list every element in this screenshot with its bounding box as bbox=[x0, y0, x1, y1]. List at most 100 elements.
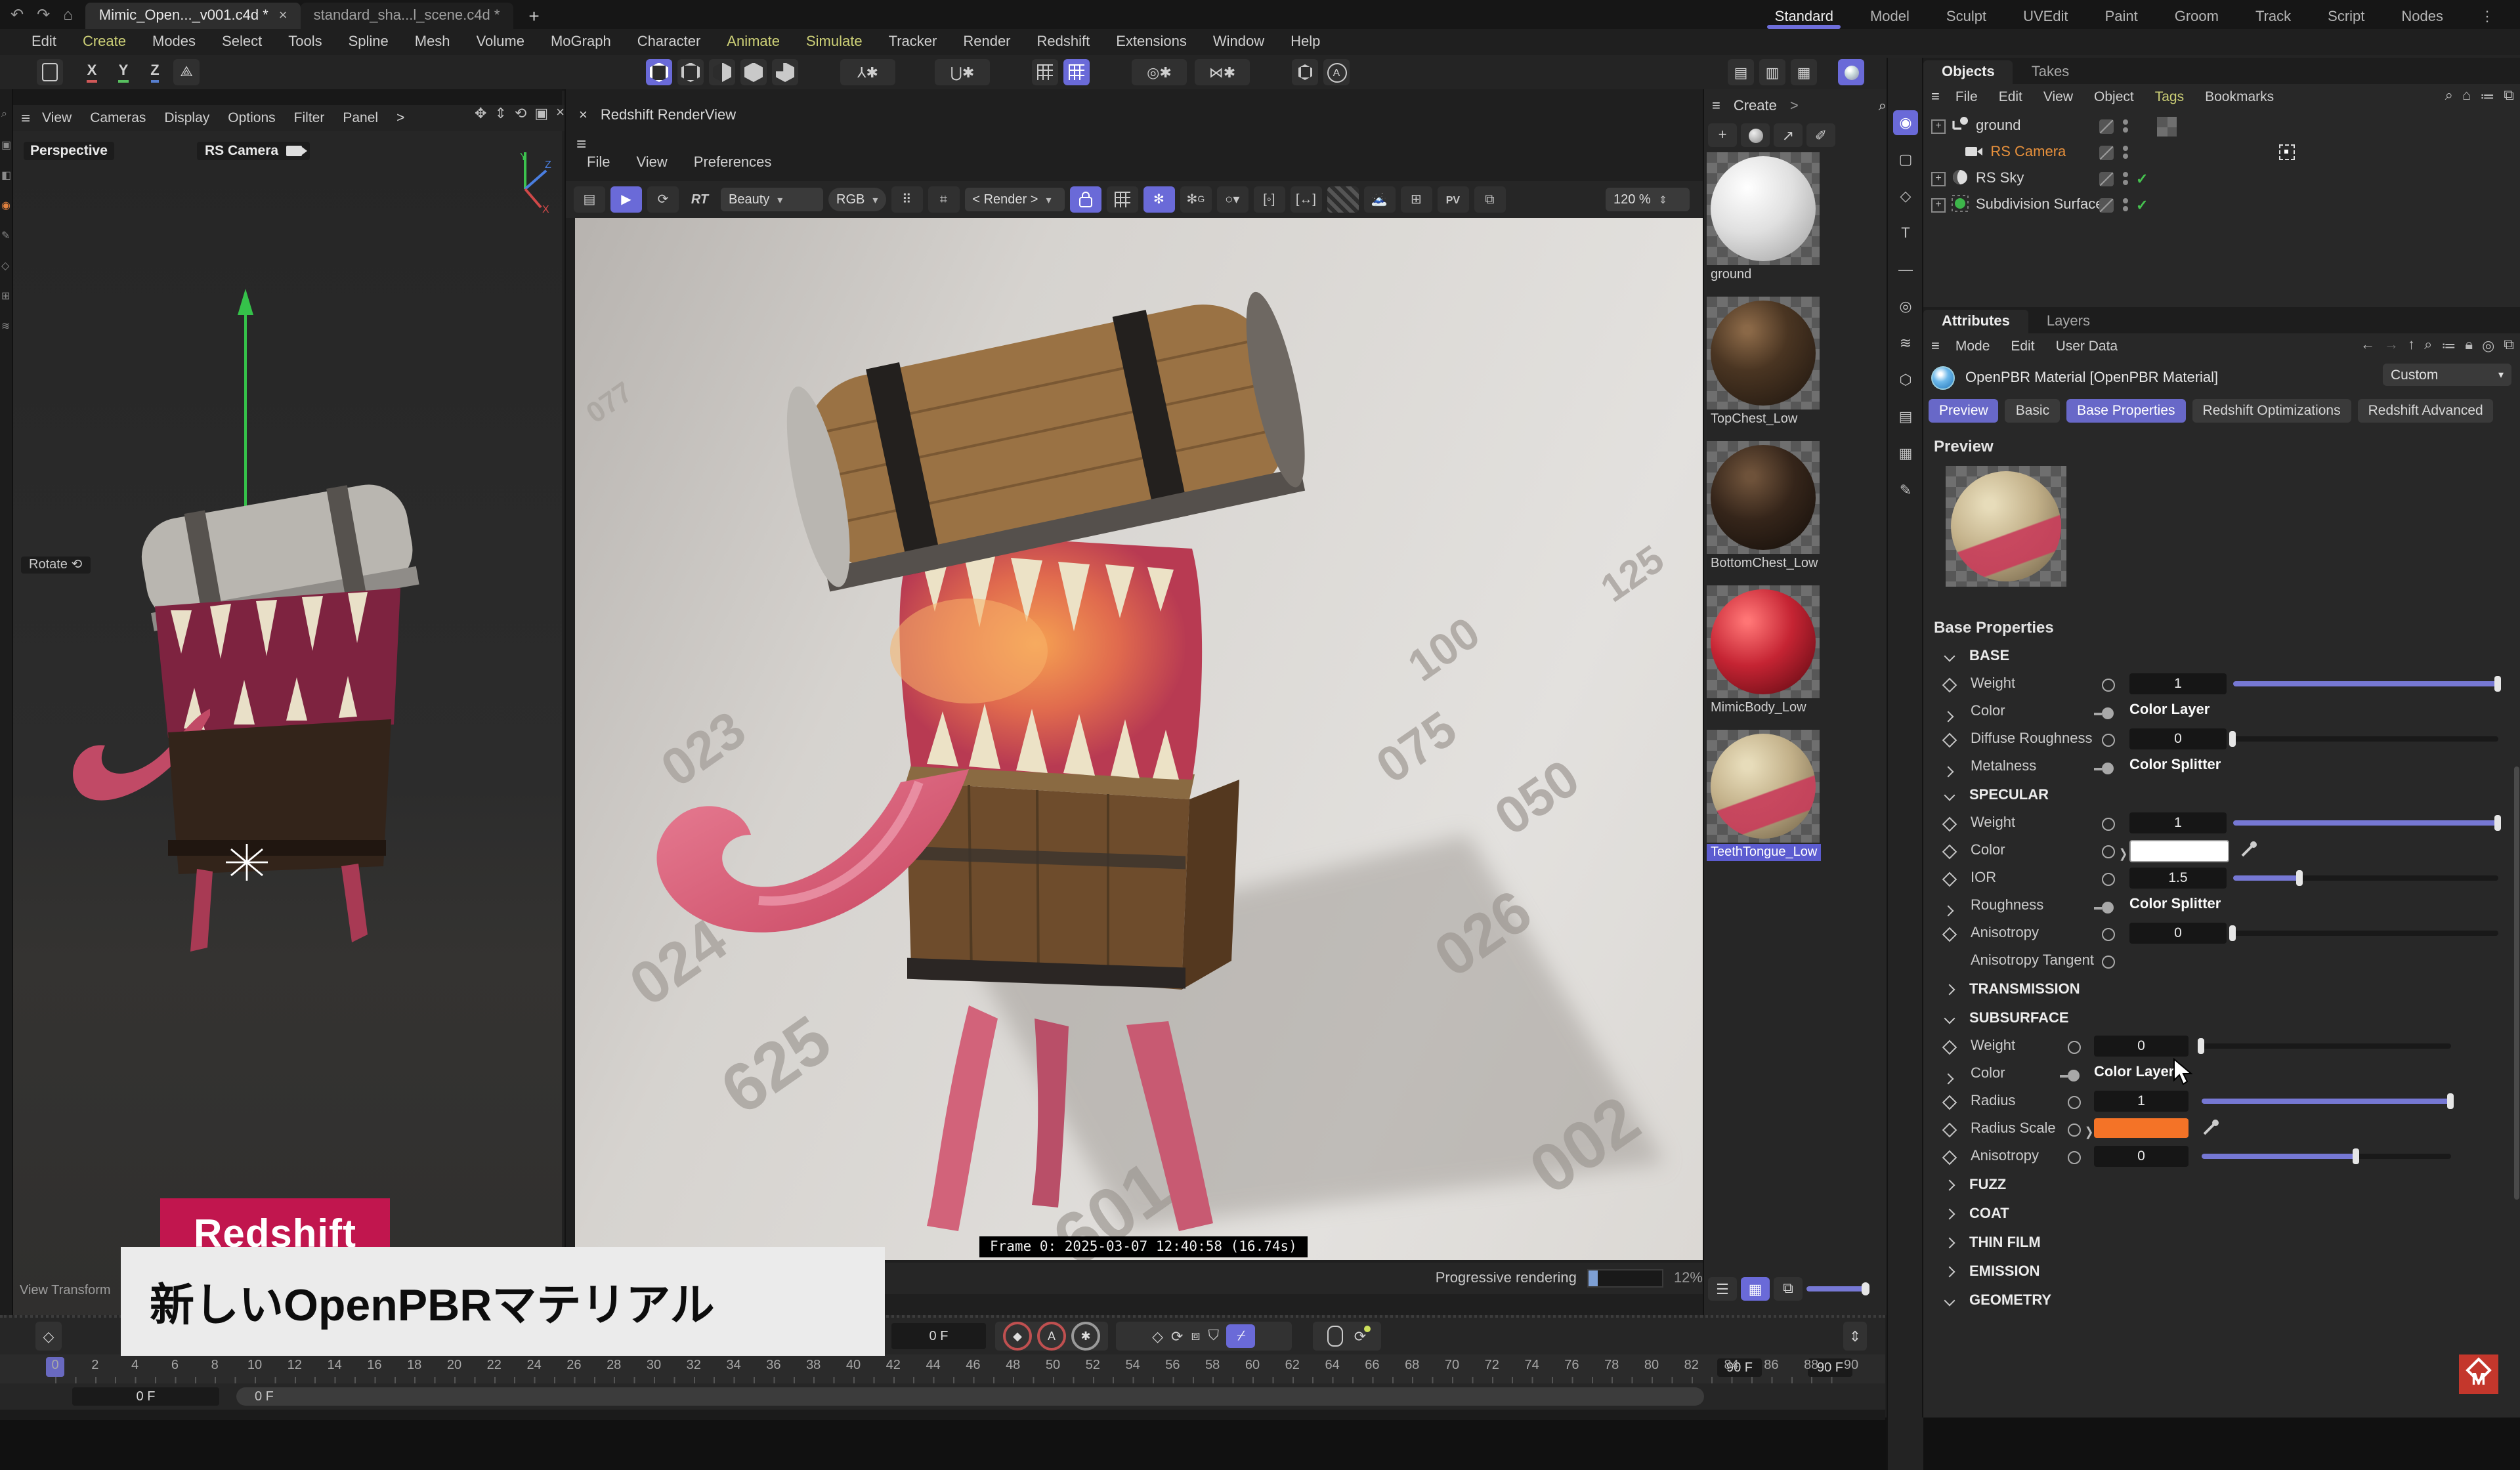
home-icon[interactable]: ⌂ bbox=[2462, 88, 2471, 105]
shader-link[interactable]: Color Layer bbox=[2094, 1064, 2174, 1080]
attr-tab-preview[interactable]: Preview bbox=[1929, 399, 1999, 423]
property-row-radius[interactable]: Radius1 bbox=[1923, 1088, 2520, 1116]
render-active-view-button[interactable] bbox=[677, 59, 704, 85]
keyframe-diamond-button[interactable]: ◇ bbox=[35, 1322, 62, 1351]
frame-number[interactable]: 2 bbox=[91, 1358, 98, 1373]
frame-number[interactable]: 36 bbox=[766, 1358, 780, 1373]
pixel-grid-icon[interactable]: ⠿ bbox=[891, 186, 922, 213]
frame-number[interactable]: 48 bbox=[1006, 1358, 1020, 1373]
objects-menu-view[interactable]: View bbox=[2033, 89, 2083, 104]
property-row-color[interactable]: Color❯ bbox=[1923, 837, 2520, 865]
node-port[interactable] bbox=[2068, 1151, 2081, 1164]
range-start-field[interactable]: 0 F bbox=[72, 1387, 219, 1406]
menu-create[interactable]: Create bbox=[70, 34, 139, 50]
attr-menu-user-data[interactable]: User Data bbox=[2045, 338, 2129, 354]
lock-icon[interactable]: 🔒︎ bbox=[2465, 337, 2473, 354]
workspace-tab-paint[interactable]: Paint bbox=[2087, 5, 2156, 29]
menu-simulate[interactable]: Simulate bbox=[793, 34, 876, 50]
frame-number[interactable]: 52 bbox=[1086, 1358, 1100, 1373]
frame-number[interactable]: 78 bbox=[1604, 1358, 1619, 1373]
workspace-tab-model[interactable]: Model bbox=[1852, 5, 1928, 29]
viewport-menu-options[interactable]: Options bbox=[219, 110, 284, 126]
frame-number[interactable]: 18 bbox=[407, 1358, 421, 1373]
range-scrollbar[interactable]: 0 F bbox=[236, 1387, 1704, 1406]
material-sphere-icon[interactable] bbox=[1741, 123, 1770, 147]
property-row-weight[interactable]: Weight1 bbox=[1923, 671, 2520, 698]
objects-menu-tags[interactable]: Tags bbox=[2145, 89, 2194, 104]
value-field[interactable]: 0 bbox=[2094, 1146, 2189, 1167]
visibility-dots[interactable] bbox=[2123, 172, 2128, 185]
object-row[interactable]: +RS Sky✓ bbox=[1923, 165, 2520, 192]
scale-key-icon[interactable]: ⧈ bbox=[1191, 1328, 1200, 1345]
frame-number[interactable]: 4 bbox=[131, 1358, 139, 1373]
frame-number[interactable]: 80 bbox=[1644, 1358, 1659, 1373]
material-create-menu[interactable]: Create bbox=[1734, 98, 1777, 114]
viewport-menu-filter[interactable]: Filter bbox=[285, 110, 334, 126]
connected-port[interactable] bbox=[2102, 707, 2114, 719]
auto-mode-button[interactable]: A bbox=[1323, 59, 1350, 85]
add-material-button[interactable]: + bbox=[1708, 123, 1737, 147]
frame-number[interactable]: 86 bbox=[1764, 1358, 1778, 1373]
menu-modes[interactable]: Modes bbox=[139, 34, 209, 50]
frame-number[interactable]: 10 bbox=[247, 1358, 262, 1373]
menu-redshift[interactable]: Redshift bbox=[1024, 34, 1103, 50]
target-icon[interactable]: ◎ bbox=[1893, 294, 1918, 319]
hexagon-target-button[interactable] bbox=[1292, 59, 1318, 85]
layer-view-icon[interactable]: ⧉ bbox=[1774, 1277, 1803, 1301]
property-row-diffuse-roughness[interactable]: Diffuse Roughness0 bbox=[1923, 726, 2520, 753]
frame-number[interactable]: 84 bbox=[1724, 1358, 1738, 1373]
material-item[interactable]: TeethTongue_Low bbox=[1707, 730, 1851, 861]
eyedropper-icon[interactable]: ✐ bbox=[1806, 123, 1835, 147]
channel-dropdown[interactable]: RGB▾ bbox=[828, 188, 886, 211]
render-queue-button[interactable] bbox=[772, 59, 798, 85]
shader-link[interactable]: Color Splitter bbox=[2129, 896, 2221, 912]
filter-icon[interactable]: ≔ bbox=[2480, 88, 2494, 105]
workspace-tab-track[interactable]: Track bbox=[2237, 5, 2309, 29]
property-row-ior[interactable]: IOR1.5 bbox=[1923, 865, 2520, 892]
value-field[interactable]: 0 bbox=[2129, 728, 2227, 749]
frame-number[interactable]: 70 bbox=[1445, 1358, 1459, 1373]
snowflake-icon[interactable]: ✻ bbox=[1143, 186, 1174, 213]
enabled-check-icon[interactable]: ✓ bbox=[2136, 170, 2148, 187]
viewport-menu-panel[interactable]: Panel bbox=[333, 110, 387, 126]
picture-viewer-icon[interactable]: PV bbox=[1437, 186, 1468, 213]
objects-menu-file[interactable]: File bbox=[1945, 89, 1988, 104]
visibility-dots[interactable] bbox=[2123, 146, 2128, 159]
record-keyframe-button[interactable]: ◆ bbox=[1003, 1322, 1032, 1351]
menu-help[interactable]: Help bbox=[1277, 34, 1333, 50]
thumbnail-size-slider[interactable] bbox=[1806, 1286, 1867, 1292]
frame-number[interactable]: 8 bbox=[211, 1358, 219, 1373]
search-icon[interactable]: ⌕ bbox=[1879, 98, 1887, 115]
section-header-specular[interactable]: SPECULAR bbox=[1923, 781, 2520, 810]
value-field[interactable]: 1 bbox=[2129, 673, 2227, 694]
tab-attributes[interactable]: Attributes bbox=[1923, 310, 2028, 333]
slider[interactable] bbox=[2202, 1154, 2451, 1159]
make-editable-button[interactable] bbox=[37, 59, 63, 85]
frame-number[interactable]: 44 bbox=[926, 1358, 940, 1373]
zoom-level-field[interactable]: 120 %⇕ bbox=[1606, 188, 1690, 211]
simulation-settings-button[interactable]: ⅄ ✱ bbox=[840, 59, 895, 85]
section-header-geometry[interactable]: GEOMETRY bbox=[1923, 1286, 2520, 1315]
assign-arrow-icon[interactable]: ↗ bbox=[1774, 123, 1803, 147]
frame-number[interactable]: 90 bbox=[1844, 1358, 1858, 1373]
connected-port[interactable] bbox=[2102, 902, 2114, 914]
layout-list-icon[interactable]: ▤ bbox=[1728, 59, 1754, 85]
section-header-base[interactable]: BASE bbox=[1923, 642, 2520, 671]
keyframe-settings-button[interactable]: ✱ bbox=[1071, 1322, 1100, 1351]
frame-number[interactable]: 66 bbox=[1365, 1358, 1379, 1373]
redshift-sphere-icon[interactable] bbox=[1838, 59, 1864, 85]
attr-tab-base-properties[interactable]: Base Properties bbox=[2066, 399, 2185, 423]
viewport-menu->[interactable]: > bbox=[387, 110, 414, 126]
menu-select[interactable]: Select bbox=[209, 34, 275, 50]
render-region-button[interactable] bbox=[709, 59, 735, 85]
workspace-tab-sculpt[interactable]: Sculpt bbox=[1928, 5, 2005, 29]
chevron-right-icon[interactable]: > bbox=[1790, 98, 1799, 114]
attr-tab-basic[interactable]: Basic bbox=[2005, 399, 2060, 423]
viewport-canvas[interactable]: Perspective RS Camera Y Z X bbox=[13, 131, 562, 1315]
crop-icon[interactable]: ⌗ bbox=[928, 186, 959, 213]
hamburger-icon[interactable]: ≡ bbox=[1712, 98, 1720, 114]
rectangle-select-icon[interactable]: ▢ bbox=[1893, 147, 1918, 172]
live-selection-icon[interactable]: ◉ bbox=[1893, 110, 1918, 135]
timeline-stepper[interactable]: ⇕ bbox=[1843, 1322, 1867, 1351]
mirror-tool-button[interactable]: ⋈ ✱ bbox=[1195, 59, 1250, 85]
